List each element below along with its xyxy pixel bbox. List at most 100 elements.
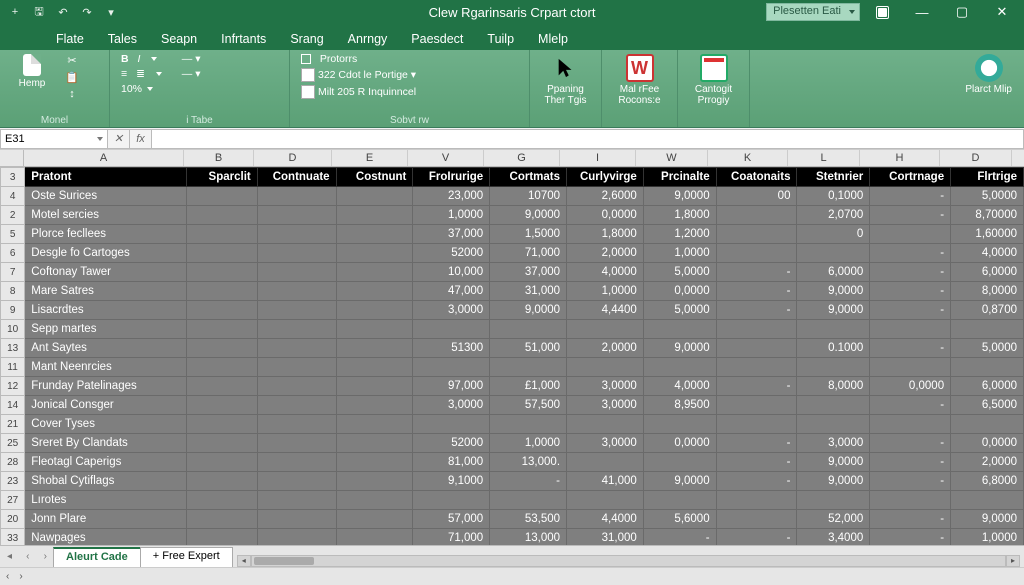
cell[interactable] (186, 529, 257, 546)
row-header[interactable]: 7 (1, 263, 25, 282)
cell[interactable]: 1,0000 (567, 282, 644, 301)
cell[interactable] (186, 491, 257, 510)
tab-paesdect[interactable]: Paesdect (399, 28, 475, 50)
cell[interactable] (336, 396, 413, 415)
cell[interactable] (257, 301, 336, 320)
cell[interactable]: 6,0000 (951, 263, 1024, 282)
cell[interactable]: 5,0000 (951, 187, 1024, 206)
cell[interactable]: 9,0000 (951, 510, 1024, 529)
cell[interactable]: - (870, 396, 951, 415)
scroll-left-button[interactable]: ◂ (237, 555, 251, 567)
cell[interactable]: 9,1000 (413, 472, 490, 491)
cell[interactable]: 9,0000 (797, 472, 870, 491)
cell[interactable]: Oste Surices (25, 187, 187, 206)
cell[interactable] (257, 244, 336, 263)
inquinncel-button[interactable]: Milt 205 R Inquinncel (298, 84, 419, 100)
cell[interactable] (567, 320, 644, 339)
cell[interactable]: 10,000 (413, 263, 490, 282)
cell[interactable]: 5,0000 (643, 263, 716, 282)
cell[interactable]: Mant Neenrcies (25, 358, 187, 377)
cell[interactable]: Motel sercies (25, 206, 187, 225)
cell[interactable]: 0,0000 (643, 434, 716, 453)
cell[interactable] (336, 206, 413, 225)
cell[interactable]: 3,0000 (413, 396, 490, 415)
cell[interactable] (257, 434, 336, 453)
cell[interactable]: - (870, 282, 951, 301)
cell[interactable]: 2,6000 (567, 187, 644, 206)
cell[interactable]: 37,000 (413, 225, 490, 244)
cell[interactable] (336, 377, 413, 396)
header-cell[interactable]: Sparclit (186, 168, 257, 187)
cell[interactable]: 1,2000 (643, 225, 716, 244)
cell[interactable]: 51300 (413, 339, 490, 358)
cell[interactable]: - (490, 472, 567, 491)
cell[interactable] (186, 263, 257, 282)
cell[interactable]: Fleotagl Caperigs (25, 453, 187, 472)
cell[interactable]: 31,000 (490, 282, 567, 301)
cell[interactable]: 9,0000 (797, 301, 870, 320)
formula-input[interactable] (152, 129, 1024, 149)
status-nav-right[interactable]: › (19, 571, 22, 582)
cell[interactable] (257, 358, 336, 377)
cell[interactable] (716, 225, 797, 244)
cell[interactable] (336, 491, 413, 510)
cell[interactable] (797, 491, 870, 510)
cell[interactable]: 8,70000 (951, 206, 1024, 225)
row-header[interactable]: 4 (1, 187, 25, 206)
cell[interactable] (257, 529, 336, 546)
cell[interactable] (257, 510, 336, 529)
cell[interactable]: 3,4000 (797, 529, 870, 546)
column-header[interactable]: D (254, 150, 332, 166)
header-cell[interactable]: FroIrurige (413, 168, 490, 187)
row-header[interactable]: 9 (1, 301, 25, 320)
cell[interactable] (186, 301, 257, 320)
cell[interactable] (870, 358, 951, 377)
cell[interactable] (336, 339, 413, 358)
cell[interactable]: - (870, 529, 951, 546)
cell[interactable]: 9,0000 (643, 187, 716, 206)
row-header[interactable]: 2 (1, 206, 25, 225)
cell[interactable]: Jonical Consger (25, 396, 187, 415)
cell[interactable]: 0,0000 (567, 206, 644, 225)
cell[interactable] (490, 491, 567, 510)
cell[interactable] (490, 358, 567, 377)
cell[interactable]: 0.1000 (797, 339, 870, 358)
cell[interactable]: - (643, 529, 716, 546)
cell[interactable]: 0,0000 (643, 282, 716, 301)
scroll-right-button[interactable]: ▸ (1006, 555, 1020, 567)
cell[interactable]: 3,0000 (413, 301, 490, 320)
cell[interactable]: 1,0000 (951, 529, 1024, 546)
cell[interactable]: 1,8000 (567, 225, 644, 244)
cell[interactable]: 0,1000 (797, 187, 870, 206)
cell[interactable] (257, 453, 336, 472)
cell[interactable]: - (870, 510, 951, 529)
cell[interactable]: - (716, 263, 797, 282)
cell[interactable]: 8,0000 (797, 377, 870, 396)
tab-seapn[interactable]: Seapn (149, 28, 209, 50)
cell[interactable]: 57,000 (413, 510, 490, 529)
cell[interactable]: Ant Saytes (25, 339, 187, 358)
protect-check[interactable]: Protorrs (298, 52, 419, 66)
close-button[interactable]: ✕ (984, 1, 1020, 23)
cell[interactable]: - (716, 301, 797, 320)
cell[interactable] (643, 358, 716, 377)
cell[interactable] (257, 206, 336, 225)
cell[interactable] (716, 244, 797, 263)
cell[interactable]: 3,0000 (567, 377, 644, 396)
cell[interactable] (716, 396, 797, 415)
cell[interactable] (336, 244, 413, 263)
cell[interactable]: 57,500 (490, 396, 567, 415)
cell[interactable]: 47,000 (413, 282, 490, 301)
sort-button[interactable]: ↕ (62, 86, 82, 102)
cell[interactable] (336, 301, 413, 320)
cell[interactable] (186, 339, 257, 358)
sheet-next-icon[interactable]: › (44, 551, 47, 562)
cell[interactable]: 2,0000 (951, 453, 1024, 472)
cell[interactable] (336, 415, 413, 434)
cell[interactable] (716, 510, 797, 529)
minimize-button[interactable]: — (904, 1, 940, 23)
header-cell[interactable]: Costnunt (336, 168, 413, 187)
cell[interactable]: Mare Satres (25, 282, 187, 301)
copy-button[interactable]: 📋 (62, 69, 82, 85)
cell[interactable] (186, 225, 257, 244)
